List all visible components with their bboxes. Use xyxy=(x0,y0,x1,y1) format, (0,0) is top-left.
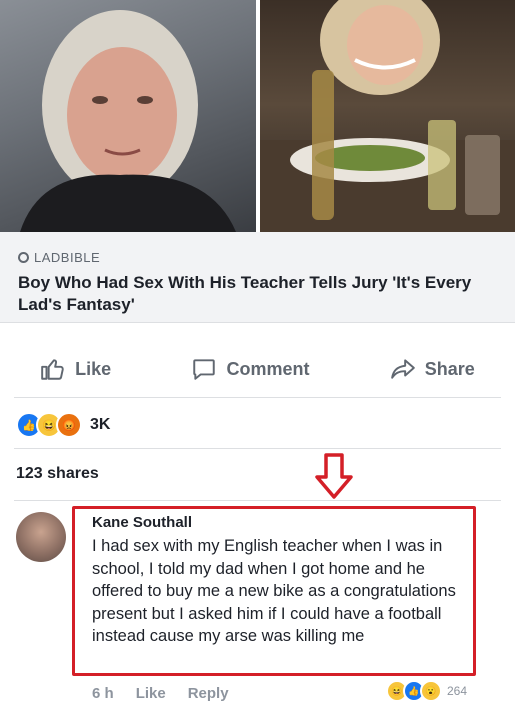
source-badge-icon xyxy=(18,252,29,263)
comment-button[interactable]: Comment xyxy=(191,356,309,382)
avatar[interactable] xyxy=(16,512,66,562)
divider xyxy=(14,500,501,501)
share-arrow-icon xyxy=(390,359,415,379)
comment-label: Comment xyxy=(226,358,310,379)
comment-reactions[interactable]: 😆 👍 😮 264 xyxy=(386,680,467,702)
thumbs-up-icon xyxy=(41,359,64,380)
restaurant-illustration xyxy=(260,0,515,232)
preview-image-restaurant[interactable] xyxy=(260,0,515,232)
share-label: Share xyxy=(424,358,475,379)
portrait-illustration xyxy=(20,10,236,232)
post-action-bar: Like Comment Share xyxy=(0,345,515,393)
preview-image-woman-portrait[interactable] xyxy=(0,0,256,232)
like-label: Like xyxy=(75,358,112,379)
wow-icon: 😮 xyxy=(420,680,442,702)
arrow-down-icon xyxy=(315,453,353,499)
comment-bubble: Kane Southall I had sex with my English … xyxy=(82,514,466,648)
divider xyxy=(14,397,501,398)
comment-meta: 6 h Like Reply xyxy=(92,685,229,702)
link-source: LADBIBLE xyxy=(18,250,100,265)
shares-count[interactable]: 123 shares xyxy=(16,465,99,483)
comment-time[interactable]: 6 h xyxy=(92,685,114,702)
comment-text: I had sex with my English teacher when I… xyxy=(92,537,456,645)
link-card-meta[interactable]: LADBIBLE Boy Who Had Sex With His Teache… xyxy=(0,232,515,323)
share-button[interactable]: Share xyxy=(390,356,475,382)
angry-icon: 😡 xyxy=(56,412,82,438)
comment-reaction-count: 264 xyxy=(447,684,468,698)
comment-author[interactable]: Kane Southall xyxy=(92,514,466,531)
reaction-count: 3K xyxy=(90,416,111,433)
source-label: LADBIBLE xyxy=(34,250,101,265)
divider xyxy=(14,448,501,449)
reactions-summary[interactable]: 👍 😆 😡 3K xyxy=(16,412,110,438)
comment-bubble-icon xyxy=(193,359,216,380)
link-preview-images[interactable] xyxy=(0,0,515,232)
link-headline[interactable]: Boy Who Had Sex With His Teacher Tells J… xyxy=(18,272,498,316)
like-button[interactable]: Like xyxy=(40,356,111,382)
comment-like-link[interactable]: Like xyxy=(136,685,166,702)
comment-reply-link[interactable]: Reply xyxy=(188,685,229,702)
